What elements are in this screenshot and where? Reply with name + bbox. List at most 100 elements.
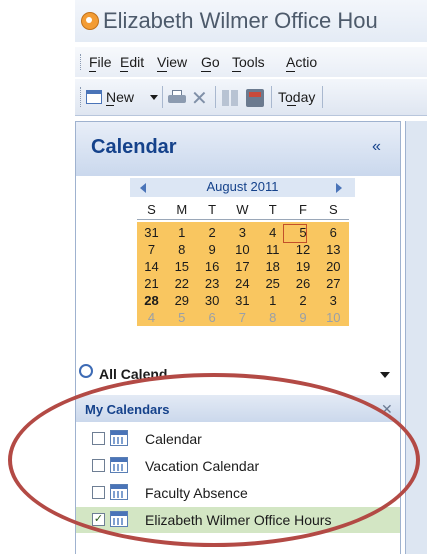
- grid-view-icon[interactable]: [222, 90, 238, 106]
- my-calendars-title: My Calendars: [85, 402, 170, 417]
- new-button[interactable]: New: [86, 89, 150, 107]
- date-cell[interactable]: 1: [170, 225, 193, 240]
- date-cell[interactable]: 5: [170, 310, 193, 325]
- date-cell[interactable]: 4: [140, 310, 163, 325]
- calendar-checkbox-checked[interactable]: ✓: [92, 513, 105, 526]
- calendar-icon: [110, 511, 128, 527]
- weekday-label: S: [328, 202, 338, 217]
- address-book-icon[interactable]: [246, 89, 264, 107]
- date-cell[interactable]: 3: [322, 293, 345, 308]
- date-cell[interactable]: 23: [201, 276, 224, 291]
- date-cell[interactable]: 31: [140, 225, 163, 240]
- date-cell[interactable]: 11: [261, 242, 284, 257]
- date-cell[interactable]: 13: [322, 242, 345, 257]
- date-cell[interactable]: 6: [322, 225, 345, 240]
- date-cell[interactable]: 24: [231, 276, 254, 291]
- outlook-calendar-icon: [81, 12, 99, 30]
- calendar-icon: [110, 457, 128, 473]
- accel-underline: [120, 71, 128, 72]
- delete-icon[interactable]: ✕: [191, 86, 208, 111]
- accel-underline: [157, 71, 167, 72]
- date-cell[interactable]: 7: [140, 242, 163, 257]
- search-folder-icon: [79, 364, 93, 378]
- new-calendar-icon: [86, 90, 102, 104]
- menu-file[interactable]: File: [89, 54, 112, 70]
- date-cell[interactable]: 30: [201, 293, 224, 308]
- weekday-divider: [137, 219, 349, 220]
- main-view-edge: [405, 121, 427, 554]
- date-cell[interactable]: 26: [292, 276, 315, 291]
- calendar-checkbox[interactable]: [92, 432, 105, 445]
- accel-underline: [106, 105, 114, 106]
- date-cell[interactable]: 4: [261, 225, 284, 240]
- today-marker: [283, 224, 307, 243]
- date-cell[interactable]: 2: [201, 225, 224, 240]
- menu-grip[interactable]: [80, 54, 84, 70]
- date-cell[interactable]: 10: [231, 242, 254, 257]
- menu-actions[interactable]: Actio: [286, 54, 317, 70]
- accel-underline: [89, 71, 96, 72]
- window-title: Elizabeth Wilmer Office Hou: [103, 8, 378, 33]
- calendar-checkbox[interactable]: [92, 486, 105, 499]
- date-cell[interactable]: 9: [201, 242, 224, 257]
- date-cell[interactable]: 2: [292, 293, 315, 308]
- menu-edit[interactable]: Edit: [120, 54, 144, 70]
- toolbar-separator: [271, 86, 272, 108]
- date-cell[interactable]: 8: [261, 310, 284, 325]
- close-icon[interactable]: ✕: [381, 401, 393, 418]
- accel-underline: [232, 71, 241, 72]
- date-cell[interactable]: 1: [261, 293, 284, 308]
- today-button[interactable]: Today: [278, 89, 315, 105]
- accel-underline: [201, 71, 211, 72]
- weekday-label: T: [208, 202, 217, 217]
- address-book-icon-band: [249, 92, 261, 97]
- print-icon[interactable]: [168, 90, 186, 106]
- date-cell[interactable]: 19: [292, 259, 315, 274]
- new-dropdown-arrow[interactable]: [150, 95, 158, 100]
- collapse-pane-button[interactable]: «: [372, 138, 381, 156]
- weekday-label: M: [176, 202, 188, 217]
- menu-tools[interactable]: Tools: [232, 54, 265, 70]
- date-cell[interactable]: 22: [170, 276, 193, 291]
- date-cell[interactable]: 20: [322, 259, 345, 274]
- date-cell[interactable]: 15: [170, 259, 193, 274]
- print-icon-body: [168, 95, 186, 103]
- date-cell[interactable]: 27: [322, 276, 345, 291]
- date-cell[interactable]: 8: [170, 242, 193, 257]
- toolbar-separator: [215, 86, 216, 108]
- calendar-icon: [110, 430, 128, 446]
- chevron-down-icon[interactable]: [380, 372, 390, 378]
- date-cell[interactable]: 28: [140, 293, 163, 308]
- toolbar-separator: [162, 86, 163, 108]
- month-label: August 2011: [206, 179, 279, 194]
- calendar-icon: [110, 484, 128, 500]
- accel-underline: [286, 71, 295, 72]
- toolbar-grip[interactable]: [80, 87, 84, 107]
- toolbar-separator: [322, 86, 323, 108]
- weekday-label: T: [268, 202, 277, 217]
- date-cell[interactable]: 10: [322, 310, 345, 325]
- date-cell[interactable]: 9: [292, 310, 315, 325]
- next-month-button[interactable]: [336, 183, 342, 193]
- date-cell[interactable]: 12: [292, 242, 315, 257]
- date-cell[interactable]: 3: [231, 225, 254, 240]
- date-cell[interactable]: 25: [261, 276, 284, 291]
- date-cell[interactable]: 7: [231, 310, 254, 325]
- calendar-label: Vacation Calendar: [145, 458, 260, 474]
- calendar-label: Faculty Absence: [145, 485, 248, 501]
- accel-underline: [287, 105, 296, 106]
- date-cell[interactable]: 21: [140, 276, 163, 291]
- date-cell[interactable]: 29: [170, 293, 193, 308]
- date-cell[interactable]: 6: [201, 310, 224, 325]
- date-cell[interactable]: 17: [231, 259, 254, 274]
- date-cell[interactable]: 16: [201, 259, 224, 274]
- menu-view[interactable]: View: [157, 54, 187, 70]
- date-cell[interactable]: 14: [140, 259, 163, 274]
- calendar-checkbox[interactable]: [92, 459, 105, 472]
- menu-go[interactable]: Go: [201, 54, 220, 70]
- date-cell[interactable]: 18: [261, 259, 284, 274]
- calendar-label: Calendar: [145, 431, 202, 447]
- date-cell[interactable]: 31: [231, 293, 254, 308]
- weekday-label: W: [236, 202, 249, 217]
- all-calendar-items-label: All Calend: [99, 366, 168, 382]
